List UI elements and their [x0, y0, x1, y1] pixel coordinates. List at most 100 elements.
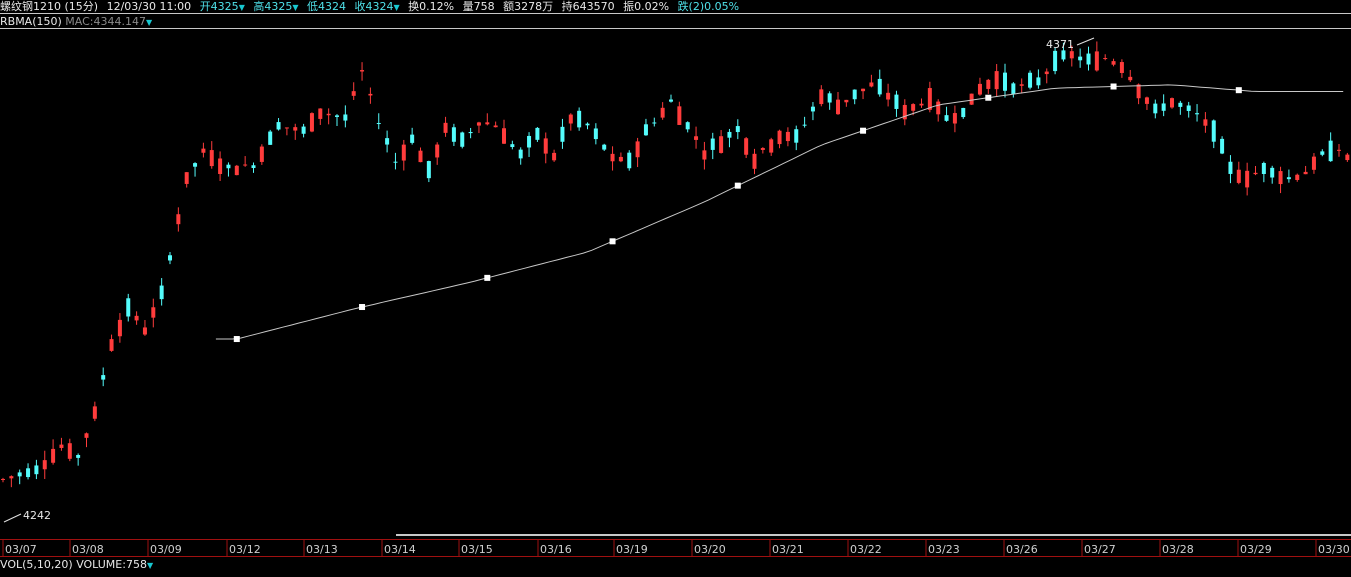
candle-body: [877, 78, 882, 95]
x-tick-label: 03/29: [1240, 543, 1272, 556]
candle-body: [1144, 97, 1149, 104]
candle-body: [852, 89, 857, 100]
x-tick-label: 03/14: [384, 543, 416, 556]
candle-body: [1053, 50, 1058, 72]
candle-body: [1078, 56, 1083, 61]
volume-indicator-name: VOL(5,10,20): [0, 558, 73, 571]
candle-body: [134, 315, 139, 321]
candle-body: [326, 113, 331, 116]
x-tick-label: 03/13: [306, 543, 338, 556]
candle-body: [1061, 50, 1066, 60]
candles-group: [1, 41, 1350, 488]
candle-body: [51, 448, 56, 463]
candle-body: [844, 99, 849, 103]
high-annotation: 4371: [1046, 38, 1074, 51]
candle-body: [218, 158, 223, 175]
candlestick-chart[interactable]: 4371 4242 03/07 03/08 03/09 03/12 03/13 03/14…: [0, 0, 1351, 577]
candle-body: [92, 406, 97, 419]
candle-body: [17, 472, 22, 477]
x-tick-label: 03/09: [150, 543, 182, 556]
candle-body: [719, 136, 724, 153]
x-tick-label: 03/08: [72, 543, 104, 556]
candle-body: [1111, 61, 1116, 65]
candle-body: [1019, 84, 1024, 86]
candle-body: [1069, 51, 1074, 59]
candle-body: [84, 433, 89, 438]
candle-body: [986, 79, 991, 89]
candle-body: [1286, 177, 1291, 180]
x-tick-label: 03/21: [772, 543, 804, 556]
candle-body: [443, 122, 448, 133]
candle-body: [468, 132, 473, 134]
candle-body: [318, 108, 323, 119]
candle-body: [234, 165, 239, 176]
candle-body: [1195, 113, 1200, 115]
candle-body: [360, 70, 365, 72]
x-tick-label: 03/28: [1162, 543, 1194, 556]
candle-body: [435, 144, 440, 158]
candle-body: [785, 131, 790, 142]
candle-body: [343, 114, 348, 121]
candle-body: [9, 476, 14, 479]
candle-body: [1186, 105, 1191, 111]
candle-body: [368, 93, 373, 96]
candle-body: [961, 107, 966, 118]
candle-body: [1044, 71, 1049, 75]
ma-marker: [359, 304, 366, 311]
low-marker-line: [3, 513, 22, 523]
candle-body: [1011, 83, 1016, 95]
candle-body: [34, 465, 39, 475]
candle-body: [1236, 169, 1241, 183]
candle-body: [76, 455, 81, 458]
candle-body: [126, 298, 131, 317]
candle-body: [994, 71, 999, 90]
candle-body: [535, 127, 540, 140]
candle-body: [510, 144, 515, 148]
candle-body: [1253, 172, 1258, 175]
candle-body: [109, 339, 114, 351]
x-tick-label: 03/23: [928, 543, 960, 556]
candle-body: [493, 125, 498, 128]
candle-body: [184, 172, 189, 184]
candle-body: [1, 478, 5, 480]
candle-body: [1003, 72, 1007, 91]
candle-body: [385, 138, 390, 145]
candle-body: [59, 444, 64, 448]
candle-body: [1136, 84, 1141, 99]
candle-body: [677, 106, 682, 125]
candle-body: [869, 82, 874, 87]
candle-body: [460, 132, 465, 147]
candle-body: [502, 128, 506, 144]
rbma-line: [215, 84, 1344, 340]
candle-body: [618, 156, 623, 162]
candle-body: [1278, 171, 1283, 185]
ma-marker: [1235, 87, 1242, 94]
candle-body: [894, 94, 899, 109]
candle-body: [836, 99, 840, 115]
candle-body: [635, 141, 640, 158]
candle-body: [410, 134, 415, 143]
candle-body: [485, 122, 490, 125]
candle-body: [251, 165, 256, 169]
candle-body: [1228, 161, 1233, 174]
candle-body: [226, 164, 231, 169]
x-tick-label: 03/22: [850, 543, 882, 556]
candle-body: [794, 129, 799, 143]
candle-body: [610, 153, 615, 162]
candle-body: [1028, 72, 1033, 88]
candle-body: [1303, 171, 1308, 175]
x-tick-label: 03/27: [1084, 543, 1116, 556]
candle-body: [243, 164, 248, 166]
candle-body: [769, 139, 774, 153]
candle-body: [527, 135, 532, 148]
candle-body: [727, 131, 732, 138]
ma-marker: [860, 127, 867, 134]
candle-body: [919, 103, 924, 106]
candle-body: [1103, 58, 1108, 60]
x-tick-label: 03/19: [616, 543, 648, 556]
candle-body: [1153, 103, 1158, 114]
candle-body: [301, 126, 306, 134]
candle-body: [744, 138, 749, 155]
x-tick-label: 03/15: [461, 543, 493, 556]
candle-body: [861, 88, 866, 92]
